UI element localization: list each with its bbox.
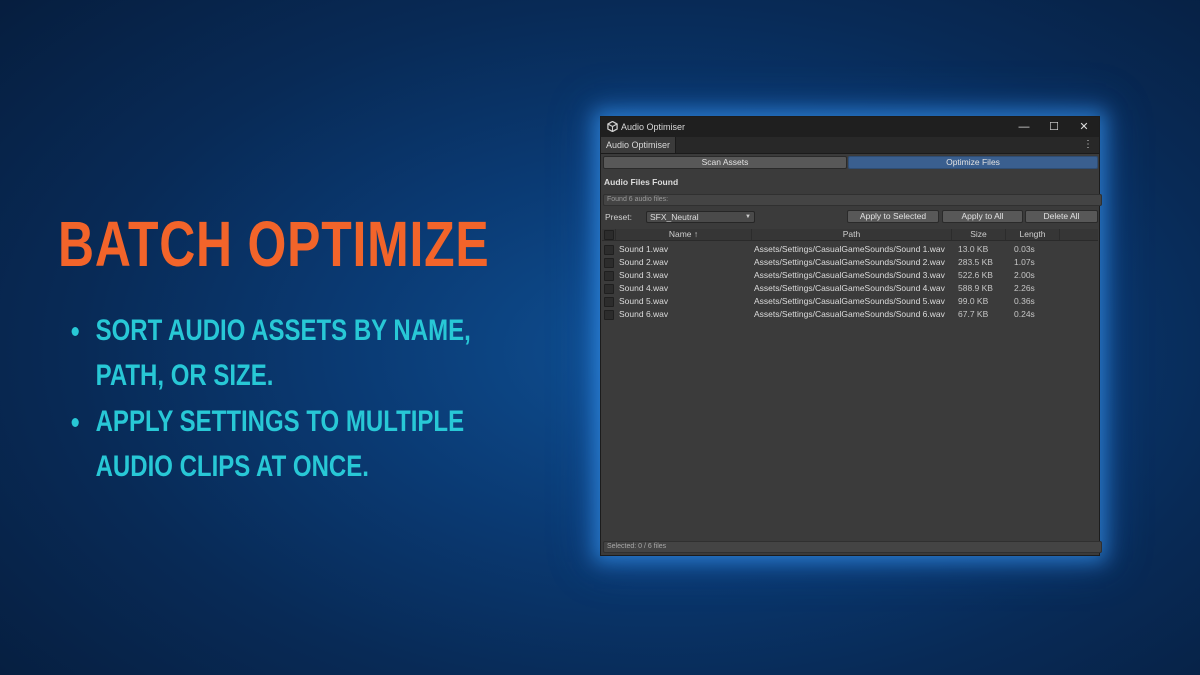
row-length: 0.36s — [1014, 296, 1035, 306]
row-path: Assets/Settings/CasualGameSounds/Sound 4… — [754, 283, 945, 293]
maximize-icon[interactable]: ☐ — [1041, 119, 1067, 135]
table-header: Name ↑ Path Size Length — [602, 229, 1098, 241]
delete-all-button[interactable]: Delete All — [1025, 210, 1098, 223]
chevron-down-icon: ▼ — [745, 214, 751, 220]
row-size: 13.0 KB — [958, 244, 989, 254]
row-size: 283.5 KB — [958, 257, 993, 267]
row-checkbox[interactable] — [604, 258, 614, 268]
window-title: Audio Optimiser — [621, 122, 686, 132]
table-row[interactable]: Sound 4.wav Assets/Settings/CasualGameSo… — [602, 282, 1098, 295]
row-name: Sound 3.wav — [619, 270, 669, 280]
unity-logo-icon — [607, 121, 618, 132]
preset-value: SFX_Neutral — [650, 212, 699, 222]
preset-label: Preset: — [605, 212, 632, 222]
row-size: 67.7 KB — [958, 309, 989, 319]
table-row[interactable]: Sound 1.wav Assets/Settings/CasualGameSo… — [602, 243, 1098, 256]
optimize-files-button[interactable]: Optimize Files — [848, 156, 1098, 169]
table-row[interactable]: Sound 6.wav Assets/Settings/CasualGameSo… — [602, 308, 1098, 321]
select-all-checkbox[interactable] — [604, 230, 614, 240]
row-checkbox[interactable] — [604, 297, 614, 307]
row-length: 0.03s — [1014, 244, 1035, 254]
close-icon[interactable]: ✕ — [1071, 119, 1097, 135]
table-row[interactable]: Sound 5.wav Assets/Settings/CasualGameSo… — [602, 295, 1098, 308]
row-path: Assets/Settings/CasualGameSounds/Sound 5… — [754, 296, 945, 306]
feature-bullet: SORT AUDIO ASSETS BY NAME, PATH, OR SIZE… — [70, 308, 544, 398]
column-header-path[interactable]: Path — [752, 229, 952, 240]
selection-status-bar: Selected: 0 / 6 files — [603, 541, 1102, 553]
column-header-name[interactable]: Name ↑ — [616, 229, 752, 240]
column-header-size[interactable]: Size — [952, 229, 1006, 240]
apply-to-all-button[interactable]: Apply to All — [942, 210, 1023, 223]
row-length: 1.07s — [1014, 257, 1035, 267]
row-length: 2.00s — [1014, 270, 1035, 280]
table-row[interactable]: Sound 2.wav Assets/Settings/CasualGameSo… — [602, 256, 1098, 269]
more-options-icon[interactable]: ⋮ — [1083, 139, 1093, 150]
row-name: Sound 6.wav — [619, 309, 669, 319]
status-field: Found 6 audio files: — [603, 194, 1102, 206]
row-length: 0.24s — [1014, 309, 1035, 319]
row-checkbox[interactable] — [604, 310, 614, 320]
title-bar[interactable]: Audio Optimiser — ☐ ✕ — [601, 117, 1099, 137]
section-title: Audio Files Found — [604, 177, 679, 187]
bullet-dot-icon — [71, 327, 79, 336]
row-checkbox[interactable] — [604, 271, 614, 281]
row-path: Assets/Settings/CasualGameSounds/Sound 6… — [754, 309, 945, 319]
row-checkbox[interactable] — [604, 284, 614, 294]
column-header-length[interactable]: Length — [1006, 229, 1060, 240]
minimize-icon[interactable]: — — [1011, 119, 1037, 135]
row-size: 588.9 KB — [958, 283, 993, 293]
row-size: 99.0 KB — [958, 296, 989, 306]
row-name: Sound 1.wav — [619, 244, 669, 254]
row-path: Assets/Settings/CasualGameSounds/Sound 2… — [754, 257, 945, 267]
table-row[interactable]: Sound 3.wav Assets/Settings/CasualGameSo… — [602, 269, 1098, 282]
row-name: Sound 2.wav — [619, 257, 669, 267]
row-size: 522.6 KB — [958, 270, 993, 280]
apply-to-selected-button[interactable]: Apply to Selected — [847, 210, 939, 223]
audio-optimiser-window: Audio Optimiser — ☐ ✕ Audio Optimiser ⋮ … — [600, 116, 1102, 556]
bullet-dot-icon — [71, 418, 79, 427]
feature-list: SORT AUDIO ASSETS BY NAME, PATH, OR SIZE… — [70, 308, 662, 490]
row-length: 2.26s — [1014, 283, 1035, 293]
tab-audio-optimiser[interactable]: Audio Optimiser — [601, 137, 677, 153]
tab-strip: Audio Optimiser ⋮ — [601, 137, 1099, 154]
header-checkbox-cell — [602, 229, 616, 240]
feature-bullet: APPLY SETTINGS TO MULTIPLE AUDIO CLIPS A… — [70, 399, 544, 489]
row-path: Assets/Settings/CasualGameSounds/Sound 1… — [754, 244, 945, 254]
row-name: Sound 4.wav — [619, 283, 669, 293]
preset-dropdown[interactable]: SFX_Neutral ▼ — [646, 211, 755, 223]
row-name: Sound 5.wav — [619, 296, 669, 306]
row-path: Assets/Settings/CasualGameSounds/Sound 3… — [754, 270, 945, 280]
scan-assets-button[interactable]: Scan Assets — [603, 156, 847, 169]
headline: BATCH OPTIMIZE — [58, 208, 490, 280]
row-checkbox[interactable] — [604, 245, 614, 255]
